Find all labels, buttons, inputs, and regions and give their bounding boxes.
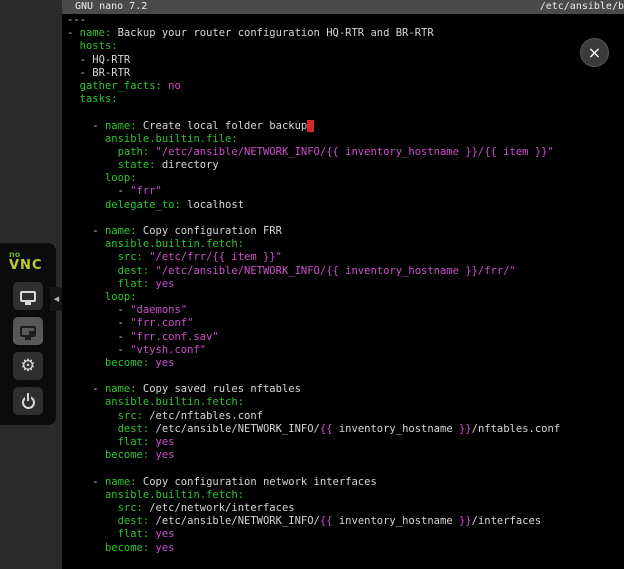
code-line: - "frr" <box>67 185 624 198</box>
code-line <box>67 212 624 225</box>
power-button[interactable] <box>13 387 43 415</box>
code-line: state: directory <box>67 159 624 172</box>
code-line: become: yes <box>67 357 624 370</box>
code-line: path: "/etc/ansible/NETWORK_INFO/{{ inve… <box>67 146 624 159</box>
code-line: loop: <box>67 172 624 185</box>
code-line: ansible.builtin.fetch: <box>67 489 624 502</box>
novnc-logo: no VNC <box>6 247 50 275</box>
code-line: ansible.builtin.fetch: <box>67 238 624 251</box>
code-line: flat: yes <box>67 278 624 291</box>
code-line: flat: yes <box>67 436 624 449</box>
code-line: - name: Backup your router configuration… <box>67 27 624 40</box>
novnc-logo-text: VNC <box>9 259 50 272</box>
editor-lines[interactable]: ---- name: Backup your router configurat… <box>67 14 624 569</box>
text-cursor <box>307 120 313 132</box>
file-path-label: /etc/ansible/b <box>540 0 624 14</box>
code-line: gather_facts: no <box>67 80 624 93</box>
viewport-drag-button[interactable] <box>13 317 43 345</box>
code-line: - BR-RTR <box>67 67 624 80</box>
code-line: - "daemons" <box>67 304 624 317</box>
code-line: dest: /etc/ansible/NETWORK_INFO/{{ inven… <box>67 423 624 436</box>
code-line: src: "/etc/frr/{{ item }}" <box>67 251 624 264</box>
code-line: hosts: <box>67 40 624 53</box>
code-line: - name: Copy saved rules nftables <box>67 383 624 396</box>
power-icon-bar <box>27 393 29 401</box>
code-line: --- <box>67 14 624 27</box>
code-line: - "frr.conf.sav" <box>67 331 624 344</box>
code-line: - "vtysh.conf" <box>67 344 624 357</box>
gear-icon: ⚙ <box>20 358 35 375</box>
code-line: - name: Copy configuration FRR <box>67 225 624 238</box>
code-line: src: /etc/nftables.conf <box>67 410 624 423</box>
code-line: ansible.builtin.file: <box>67 133 624 146</box>
code-line: - name: Create local folder backup <box>67 120 624 133</box>
settings-button[interactable]: ⚙ <box>13 352 43 380</box>
fullscreen-button[interactable] <box>13 282 43 310</box>
code-line: src: /etc/network/interfaces <box>67 502 624 515</box>
code-line: flat: yes <box>67 528 624 541</box>
code-line <box>67 106 624 119</box>
close-icon: × <box>588 43 601 62</box>
code-line: ansible.builtin.fetch: <box>67 396 624 409</box>
code-line: loop: <box>67 291 624 304</box>
nano-titlebar: GNU nano 7.2 /etc/ansible/b <box>62 0 624 14</box>
drag-viewport-icon <box>20 326 36 337</box>
code-line: - name: Copy configuration network inter… <box>67 476 624 489</box>
code-line: become: yes <box>67 542 624 555</box>
collapse-left-icon: ◀ <box>54 295 59 303</box>
code-line: - "frr.conf" <box>67 317 624 330</box>
code-line: dest: "/etc/ansible/NETWORK_INFO/{{ inve… <box>67 265 624 278</box>
power-icon <box>21 394 36 409</box>
code-line: delegate_to: localhost <box>67 199 624 212</box>
code-line: tasks: <box>67 93 624 106</box>
fullscreen-icon <box>20 291 36 302</box>
code-line <box>67 370 624 383</box>
code-line <box>67 462 624 475</box>
terminal-window[interactable]: GNU nano 7.2 /etc/ansible/b ---- name: B… <box>62 0 624 569</box>
code-line: - HQ-RTR <box>67 54 624 67</box>
code-line: become: yes <box>67 449 624 462</box>
vnc-control-bar: no VNC ⚙ <box>0 243 56 425</box>
close-button[interactable]: × <box>580 38 609 67</box>
code-line: dest: /etc/ansible/NETWORK_INFO/{{ inven… <box>67 515 624 528</box>
nano-version-label: GNU nano 7.2 <box>75 1 147 12</box>
